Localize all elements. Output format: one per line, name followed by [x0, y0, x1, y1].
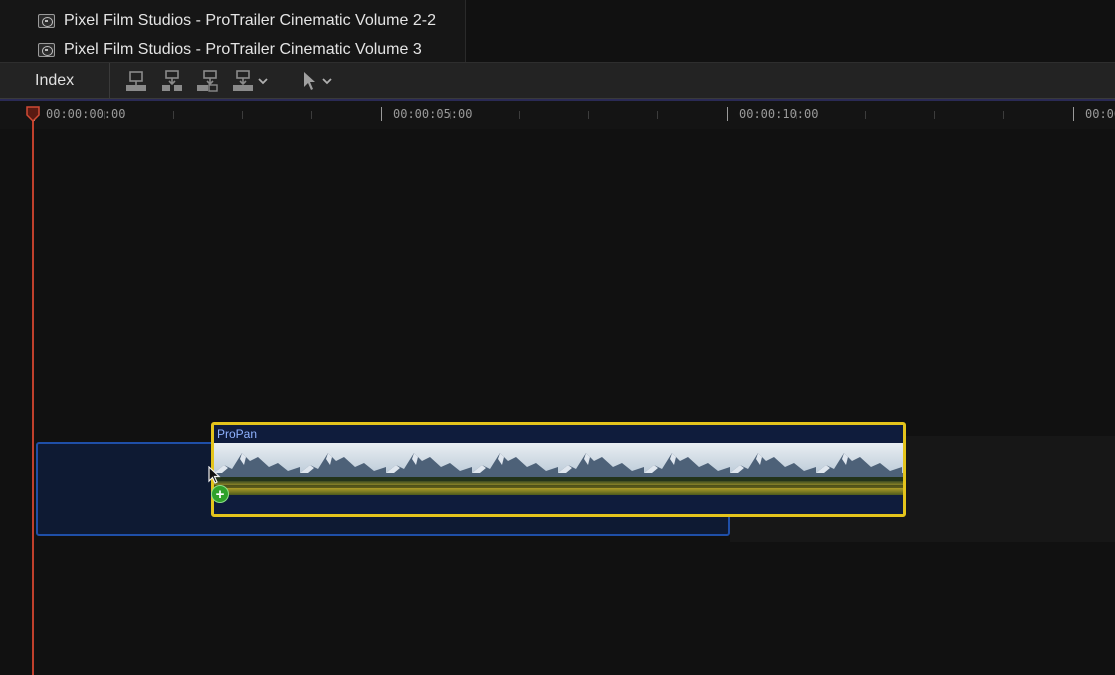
ruler-timecode-label: 00:00:15:00	[1085, 107, 1115, 121]
ruler-major-tick	[381, 107, 382, 121]
connect-clip-icon[interactable]	[124, 68, 148, 94]
timeline-toolbar: Index	[0, 62, 1115, 99]
ruler-timecode-label: 00:00:05:00	[393, 107, 473, 121]
clip-icon	[38, 14, 55, 28]
insert-clip-icon[interactable]	[160, 68, 184, 94]
browser-item-volume-3[interactable]: Pixel Film Studios - ProTrailer Cinemati…	[38, 39, 422, 61]
index-button[interactable]: Index	[0, 63, 110, 99]
ruler-timecode-label: 00:00:10:00	[739, 107, 819, 121]
playhead-icon[interactable]	[26, 106, 40, 123]
overwrite-clip-icon[interactable]	[231, 68, 271, 94]
ruler-major-tick	[1073, 107, 1074, 121]
clip-icon	[38, 43, 55, 57]
browser-item-label: Pixel Film Studios - ProTrailer Cinemati…	[64, 12, 436, 29]
ruler-major-tick	[727, 107, 728, 121]
timeline-area[interactable]: ProPan	[0, 129, 1115, 675]
ruler-minor-tick	[796, 111, 797, 119]
ruler-minor-tick	[104, 111, 105, 119]
ruler-minor-tick	[242, 111, 243, 119]
add-badge-icon: +	[211, 485, 229, 503]
browser-item-volume-2-2[interactable]: Pixel Film Studios - ProTrailer Cinemati…	[38, 10, 436, 32]
ruler-minor-tick	[450, 111, 451, 119]
ruler-timecode-label: 00:00:00:00	[46, 107, 126, 121]
ruler-minor-tick	[173, 111, 174, 119]
mouse-cursor-icon	[208, 466, 221, 484]
dragged-clip-propan[interactable]: ProPan	[211, 422, 906, 517]
ruler-minor-tick	[519, 111, 520, 119]
ruler-minor-tick	[657, 111, 658, 119]
append-clip-icon[interactable]	[195, 68, 219, 94]
ruler-minor-tick	[1003, 111, 1004, 119]
ruler-minor-tick	[588, 111, 589, 119]
ruler-minor-tick	[934, 111, 935, 119]
ruler-minor-tick	[865, 111, 866, 119]
clip-name-label: ProPan	[217, 427, 258, 441]
browser-clip-list: Pixel Film Studios - ProTrailer Cinemati…	[0, 0, 466, 62]
select-tool-icon[interactable]	[299, 68, 335, 94]
timeline-ruler[interactable]: 00:00:00:00 00:00:05:00 00:00:10:00 00:0…	[0, 99, 1115, 129]
browser-item-label: Pixel Film Studios - ProTrailer Cinemati…	[64, 41, 422, 58]
ruler-minor-tick	[311, 111, 312, 119]
clip-filmstrip	[214, 443, 903, 495]
